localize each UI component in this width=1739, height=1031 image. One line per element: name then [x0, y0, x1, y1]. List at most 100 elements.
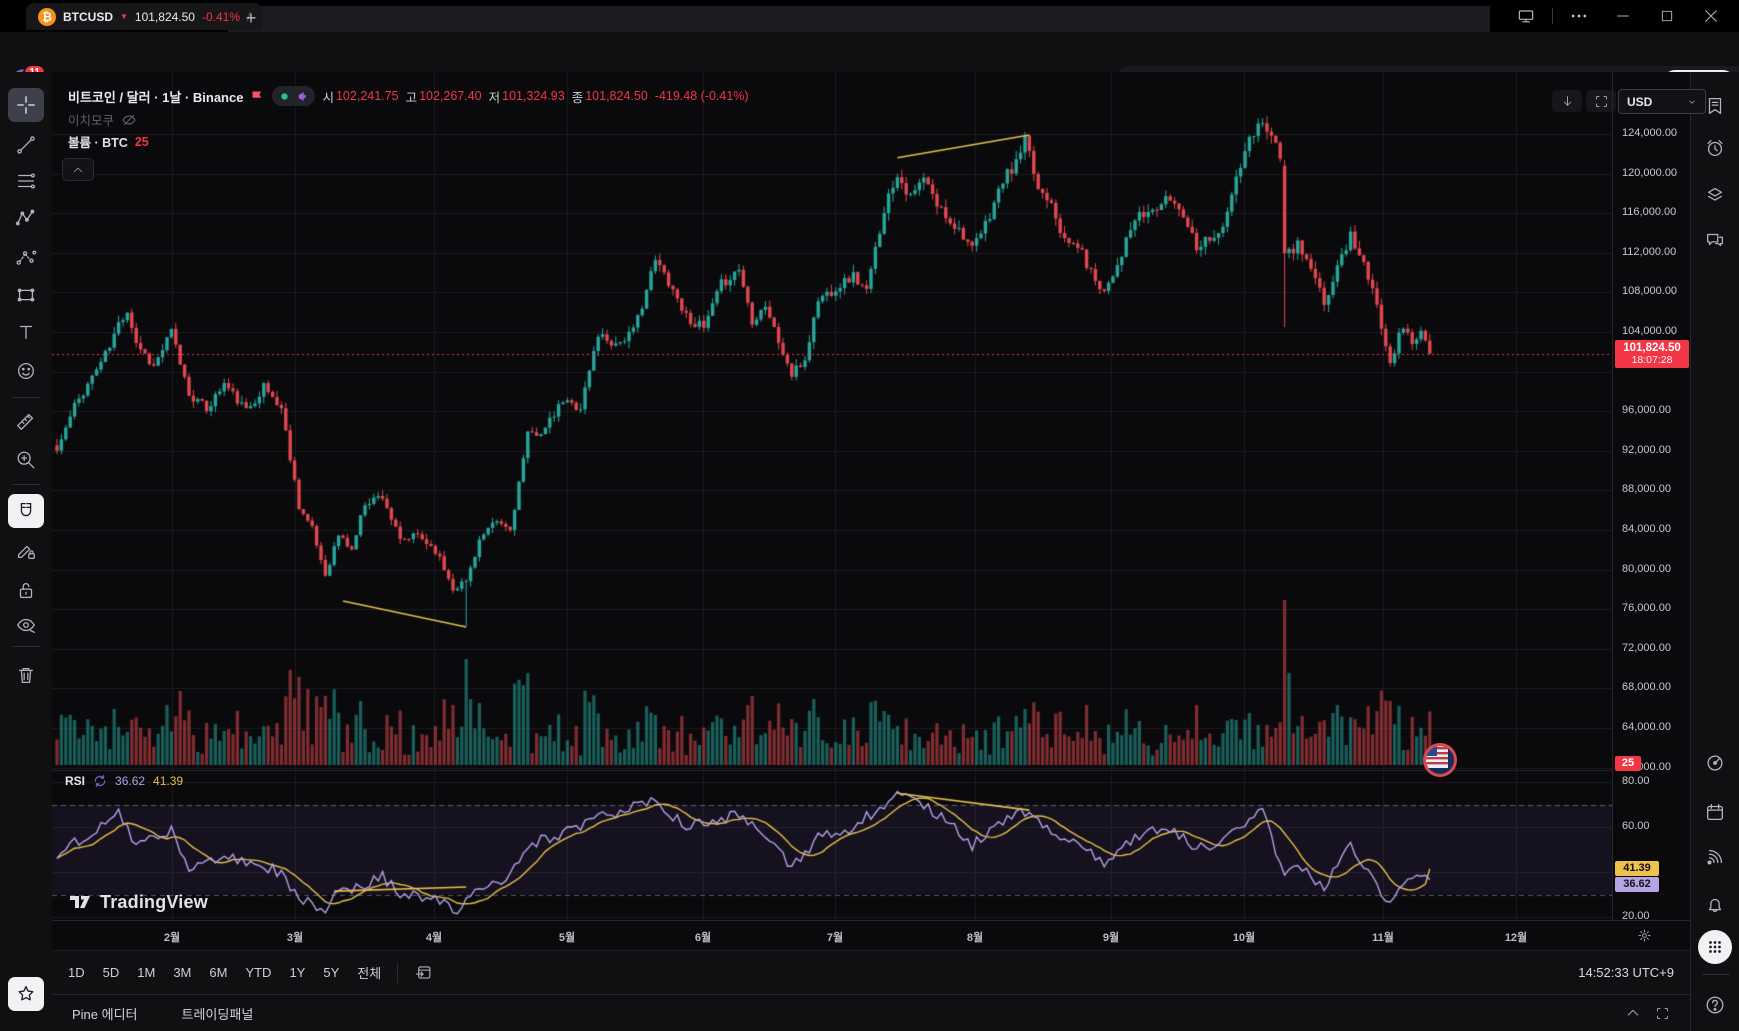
pine-editor-button[interactable]: Pine 에디터	[72, 1004, 138, 1023]
price-down-icon: ▼	[120, 12, 128, 21]
tradingview-logo[interactable]: TradingView	[68, 890, 208, 914]
layout-panels-icon[interactable]	[1504, 0, 1548, 32]
range-button[interactable]: 5D	[95, 960, 128, 985]
range-button[interactable]: 6M	[201, 960, 235, 985]
emoji-tool[interactable]	[8, 354, 44, 388]
indicator-ichimoku-row[interactable]: 이치모쿠	[68, 110, 137, 129]
volume-value-badge: 25	[1615, 756, 1641, 771]
prediction-tool[interactable]	[8, 241, 44, 275]
tab-strip	[228, 6, 1490, 32]
new-tab-button[interactable]: +	[240, 8, 262, 30]
range-button[interactable]: 1M	[129, 960, 163, 985]
crosshair-tool[interactable]	[8, 88, 44, 122]
range-button[interactable]: 5Y	[315, 960, 347, 985]
price-axis-label: 104,000.00	[1622, 325, 1677, 337]
go-to-date-icon[interactable]	[406, 958, 440, 988]
close-button[interactable]	[1689, 0, 1733, 32]
magnet-tool[interactable]	[8, 494, 44, 528]
zoom-in-tool[interactable]	[8, 443, 44, 477]
time-axis[interactable]: 2월3월4월5월6월7월8월9월10월11월12월	[52, 920, 1690, 951]
range-button[interactable]: 전체	[349, 958, 389, 987]
fib-retracement-tool[interactable]	[8, 164, 44, 198]
favorites-star-tool[interactable]	[8, 977, 44, 1011]
collapse-panel-icon[interactable]	[1625, 1005, 1641, 1021]
main-toolbar: M 11 BTCUSD 1분3분5분15분30분1시간4시간날주	[0, 32, 1739, 73]
flag-icon[interactable]	[250, 89, 265, 104]
help-icon[interactable]	[1698, 988, 1732, 1022]
symbol-marker-toggles[interactable]	[272, 86, 315, 106]
tab-change: -0.41%	[202, 10, 240, 24]
status-bar: Pine 에디터 트레이딩패널	[52, 994, 1690, 1031]
remove-drawings-tool[interactable]	[8, 658, 44, 692]
scroll-to-recent-icon[interactable]	[1552, 90, 1582, 112]
ohlc-item: 종101,824.50	[572, 87, 648, 106]
broadcast-icon[interactable]	[1698, 840, 1732, 874]
alerts-clock-icon[interactable]	[1698, 131, 1732, 165]
rectangle-tool[interactable]	[8, 278, 44, 312]
time-axis-label: 12월	[1498, 929, 1534, 945]
bottom-toolbar: 1D5D1M3M6MYTD1Y5Y전체 14:52:33 UTC+9	[52, 950, 1690, 994]
object-tree-layers-icon[interactable]	[1698, 178, 1732, 212]
chart-area: 비트코인 / 달러 · 1날 · Binance 시102,241.75고102…	[52, 72, 1690, 920]
rsi-label: RSI	[65, 774, 85, 788]
trading-panel-button[interactable]: 트레이딩패널	[182, 1004, 254, 1023]
window-tab-bar: ₿ BTCUSD ▼ 101,824.50 -0.41% / +	[0, 0, 1739, 32]
symbol-legend: 비트코인 / 달러 · 1날 · Binance 시102,241.75고102…	[68, 86, 749, 106]
volume-label: 볼륨 · BTC	[68, 132, 128, 151]
rsi-legend[interactable]: RSI 36.62 41.39	[65, 774, 183, 788]
chart-tab[interactable]: ₿ BTCUSD ▼ 101,824.50 -0.41% /	[26, 3, 262, 30]
range-button[interactable]: 1D	[60, 960, 93, 985]
divider	[1702, 974, 1730, 975]
time-axis-label: 11월	[1365, 929, 1401, 945]
eye-off-icon[interactable]	[121, 112, 137, 128]
volume-value: 25	[135, 135, 149, 149]
hide-drawings-tool[interactable]	[8, 608, 44, 642]
chart-canvas[interactable]	[52, 72, 1612, 920]
window-controls	[1504, 0, 1733, 32]
stock-screener-icon[interactable]	[1698, 746, 1732, 780]
time-axis-label: 10월	[1226, 929, 1262, 945]
range-button[interactable]: YTD	[237, 960, 279, 985]
us-economic-event-icon[interactable]	[1423, 743, 1457, 777]
rsi-axis-label: 60.00	[1622, 820, 1650, 832]
notifications-bell-icon[interactable]	[1698, 888, 1732, 922]
fullscreen-icon[interactable]	[1655, 1006, 1670, 1021]
range-button[interactable]: 3M	[165, 960, 199, 985]
rsi-axis-label: 80.00	[1622, 775, 1650, 787]
current-price: 101,824.50	[1615, 342, 1689, 354]
drawing-toolbar	[0, 72, 53, 1031]
range-button[interactable]: 1Y	[281, 960, 313, 985]
maximize-button[interactable]	[1645, 0, 1689, 32]
price-axis[interactable]: 124,000.00120,000.00116,000.00112,000.00…	[1612, 72, 1691, 920]
legend-collapse-button[interactable]	[62, 158, 94, 181]
timezone-settings-icon[interactable]	[1637, 928, 1652, 943]
divider	[12, 646, 40, 647]
server-clock[interactable]: 14:52:33 UTC+9	[1578, 965, 1682, 980]
text-tool[interactable]	[8, 315, 44, 349]
calendar-icon[interactable]	[1698, 795, 1732, 829]
tradingview-logo-text: TradingView	[100, 892, 208, 913]
all-apps-icon[interactable]	[1698, 930, 1732, 964]
minimize-button[interactable]	[1601, 0, 1645, 32]
lock-all-tool[interactable]	[8, 573, 44, 607]
measure-tool[interactable]	[8, 404, 44, 438]
time-axis-label: 2월	[154, 929, 190, 945]
xabcd-pattern-tool[interactable]	[8, 201, 44, 235]
price-axis-label: 92,000.00	[1622, 444, 1671, 456]
indicator-volume-row[interactable]: 볼륨 · BTC 25	[68, 132, 149, 151]
current-price-badge: 101,824.5018:07:28	[1615, 340, 1689, 368]
time-axis-label: 5월	[549, 929, 585, 945]
draw-lock-tool[interactable]	[8, 534, 44, 568]
price-axis-label: 80,000.00	[1622, 563, 1671, 575]
rsi-value: 36.62	[115, 774, 145, 788]
range-group: 1D5D1M3M6MYTD1Y5Y전체	[60, 958, 389, 987]
price-axis-label: 112,000.00	[1622, 246, 1676, 258]
more-options-icon[interactable]	[1557, 0, 1601, 32]
right-sidebar	[1690, 72, 1739, 1031]
ohlc-item: 시102,241.75	[322, 87, 398, 106]
chat-icon[interactable]	[1698, 223, 1732, 257]
trend-line-tool[interactable]	[8, 128, 44, 162]
bitcoin-icon: ₿	[38, 8, 56, 26]
symbol-title[interactable]: 비트코인 / 달러 · 1날 · Binance	[68, 87, 243, 106]
price-axis-label: 64,000.00	[1622, 721, 1671, 733]
